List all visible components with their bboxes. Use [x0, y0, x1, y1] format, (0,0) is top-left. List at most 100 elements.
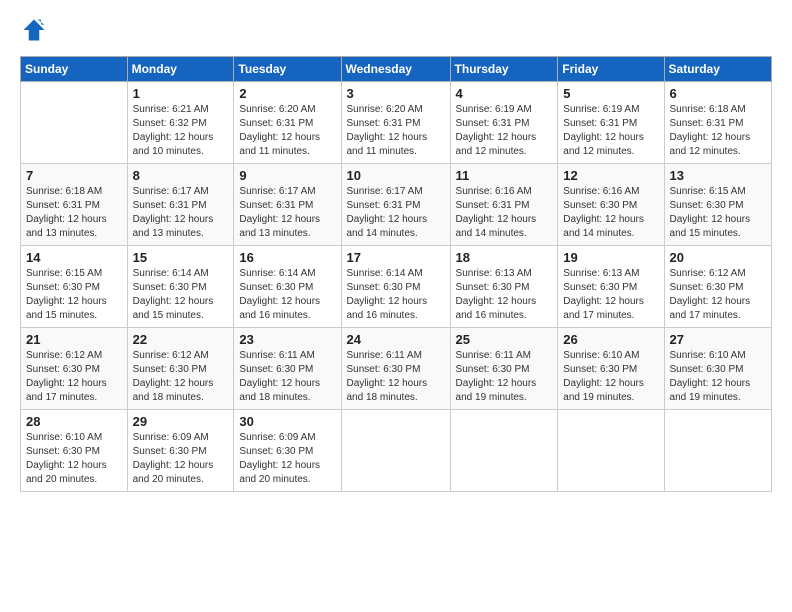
calendar-cell: 19 Sunrise: 6:13 AMSunset: 6:30 PMDayligh…: [558, 246, 664, 328]
cell-day-number: 25: [456, 332, 554, 347]
weekday-row: SundayMondayTuesdayWednesdayThursdayFrid…: [21, 57, 772, 82]
week-row-1: 7Sunrise: 6:18 AMSunset: 6:31 PMDaylight…: [21, 164, 772, 246]
calendar-cell: 4 Sunrise: 6:19 AMSunset: 6:31 PMDaylight…: [450, 82, 558, 164]
weekday-header-wednesday: Wednesday: [341, 57, 450, 82]
calendar-cell: 21 Sunrise: 6:12 AMSunset: 6:30 PMDayligh…: [21, 328, 128, 410]
header: [20, 16, 772, 44]
calendar-cell: 7Sunrise: 6:18 AMSunset: 6:31 PMDaylight…: [21, 164, 128, 246]
calendar-cell: 16 Sunrise: 6:14 AMSunset: 6:30 PMDayligh…: [234, 246, 341, 328]
calendar-cell: 28 Sunrise: 6:10 AMSunset: 6:30 PMDayligh…: [21, 410, 128, 492]
logo-icon: [20, 16, 48, 44]
calendar-cell: 3 Sunrise: 6:20 AMSunset: 6:31 PMDaylight…: [341, 82, 450, 164]
calendar-cell: 8Sunrise: 6:17 AMSunset: 6:31 PMDaylight…: [127, 164, 234, 246]
calendar-cell: 13 Sunrise: 6:15 AMSunset: 6:30 PMDayligh…: [664, 164, 771, 246]
cell-info-text: Sunrise: 6:14 AMSunset: 6:30 PMDaylight:…: [239, 267, 336, 323]
cell-info-text: Sunrise: 6:19 AMSunset: 6:31 PMDaylight:…: [456, 103, 554, 159]
cell-day-number: 12: [563, 168, 659, 183]
calendar-cell: 10Sunrise: 6:17 AMSunset: 6:31 PMDayligh…: [341, 164, 450, 246]
calendar-cell: 26 Sunrise: 6:10 AMSunset: 6:30 PMDayligh…: [558, 328, 664, 410]
cell-info-text: Sunrise: 6:09 AMSunset: 6:30 PMDaylight:…: [239, 431, 336, 487]
calendar-cell: 27Sunrise: 6:10 AMSunset: 6:30 PMDayligh…: [664, 328, 771, 410]
calendar-cell: 11 Sunrise: 6:16 AMSunset: 6:31 PMDayligh…: [450, 164, 558, 246]
cell-day-number: 18: [456, 250, 554, 265]
cell-day-number: 24: [347, 332, 446, 347]
cell-day-number: 3: [347, 86, 446, 101]
calendar-header: SundayMondayTuesdayWednesdayThursdayFrid…: [21, 57, 772, 82]
cell-day-number: 15: [133, 250, 230, 265]
cell-day-number: 17: [347, 250, 446, 265]
week-row-0: 1Sunrise: 6:21 AMSunset: 6:32 PMDaylight…: [21, 82, 772, 164]
cell-day-number: 21: [26, 332, 123, 347]
cell-info-text: Sunrise: 6:15 AMSunset: 6:30 PMDaylight:…: [670, 185, 767, 241]
cell-day-number: 26: [563, 332, 659, 347]
calendar-cell: 9 Sunrise: 6:17 AMSunset: 6:31 PMDaylight…: [234, 164, 341, 246]
weekday-header-tuesday: Tuesday: [234, 57, 341, 82]
cell-day-number: 6: [670, 86, 767, 101]
week-row-4: 28 Sunrise: 6:10 AMSunset: 6:30 PMDayligh…: [21, 410, 772, 492]
calendar-cell: 22 Sunrise: 6:12 AMSunset: 6:30 PMDayligh…: [127, 328, 234, 410]
weekday-header-friday: Friday: [558, 57, 664, 82]
calendar-cell: 6 Sunrise: 6:18 AMSunset: 6:31 PMDaylight…: [664, 82, 771, 164]
calendar-cell: [450, 410, 558, 492]
cell-info-text: Sunrise: 6:11 AMSunset: 6:30 PMDaylight:…: [239, 349, 336, 405]
cell-info-text: Sunrise: 6:15 AMSunset: 6:30 PMDaylight:…: [26, 267, 123, 323]
calendar-cell: [21, 82, 128, 164]
calendar-cell: 14 Sunrise: 6:15 AMSunset: 6:30 PMDayligh…: [21, 246, 128, 328]
calendar-cell: [664, 410, 771, 492]
calendar-cell: [558, 410, 664, 492]
calendar-cell: 30Sunrise: 6:09 AMSunset: 6:30 PMDayligh…: [234, 410, 341, 492]
week-row-2: 14 Sunrise: 6:15 AMSunset: 6:30 PMDayligh…: [21, 246, 772, 328]
cell-info-text: Sunrise: 6:12 AMSunset: 6:30 PMDaylight:…: [133, 349, 230, 405]
cell-info-text: Sunrise: 6:10 AMSunset: 6:30 PMDaylight:…: [26, 431, 123, 487]
calendar-cell: 25Sunrise: 6:11 AMSunset: 6:30 PMDayligh…: [450, 328, 558, 410]
cell-info-text: Sunrise: 6:11 AMSunset: 6:30 PMDaylight:…: [347, 349, 446, 405]
cell-info-text: Sunrise: 6:18 AMSunset: 6:31 PMDaylight:…: [670, 103, 767, 159]
calendar-cell: [341, 410, 450, 492]
weekday-header-sunday: Sunday: [21, 57, 128, 82]
cell-info-text: Sunrise: 6:12 AMSunset: 6:30 PMDaylight:…: [670, 267, 767, 323]
cell-info-text: Sunrise: 6:19 AMSunset: 6:31 PMDaylight:…: [563, 103, 659, 159]
cell-info-text: Sunrise: 6:13 AMSunset: 6:30 PMDaylight:…: [563, 267, 659, 323]
calendar-cell: 12 Sunrise: 6:16 AMSunset: 6:30 PMDayligh…: [558, 164, 664, 246]
cell-info-text: Sunrise: 6:13 AMSunset: 6:30 PMDaylight:…: [456, 267, 554, 323]
cell-day-number: 27: [670, 332, 767, 347]
cell-day-number: 5: [563, 86, 659, 101]
cell-info-text: Sunrise: 6:20 AMSunset: 6:31 PMDaylight:…: [347, 103, 446, 159]
weekday-header-saturday: Saturday: [664, 57, 771, 82]
calendar-cell: 18 Sunrise: 6:13 AMSunset: 6:30 PMDayligh…: [450, 246, 558, 328]
calendar-cell: 1Sunrise: 6:21 AMSunset: 6:32 PMDaylight…: [127, 82, 234, 164]
weekday-header-monday: Monday: [127, 57, 234, 82]
calendar-body: 1Sunrise: 6:21 AMSunset: 6:32 PMDaylight…: [21, 82, 772, 492]
cell-info-text: Sunrise: 6:12 AMSunset: 6:30 PMDaylight:…: [26, 349, 123, 405]
cell-info-text: Sunrise: 6:10 AMSunset: 6:30 PMDaylight:…: [563, 349, 659, 405]
cell-info-text: Sunrise: 6:21 AMSunset: 6:32 PMDaylight:…: [133, 103, 230, 159]
cell-day-number: 11: [456, 168, 554, 183]
week-row-3: 21 Sunrise: 6:12 AMSunset: 6:30 PMDayligh…: [21, 328, 772, 410]
cell-info-text: Sunrise: 6:17 AMSunset: 6:31 PMDaylight:…: [239, 185, 336, 241]
calendar-cell: 17 Sunrise: 6:14 AMSunset: 6:30 PMDayligh…: [341, 246, 450, 328]
cell-day-number: 19: [563, 250, 659, 265]
cell-info-text: Sunrise: 6:20 AMSunset: 6:31 PMDaylight:…: [239, 103, 336, 159]
cell-day-number: 10: [347, 168, 446, 183]
cell-day-number: 13: [670, 168, 767, 183]
calendar-cell: 15 Sunrise: 6:14 AMSunset: 6:30 PMDayligh…: [127, 246, 234, 328]
cell-info-text: Sunrise: 6:16 AMSunset: 6:30 PMDaylight:…: [563, 185, 659, 241]
cell-day-number: 28: [26, 414, 123, 429]
calendar-cell: 20Sunrise: 6:12 AMSunset: 6:30 PMDayligh…: [664, 246, 771, 328]
calendar-cell: 23Sunrise: 6:11 AMSunset: 6:30 PMDayligh…: [234, 328, 341, 410]
cell-day-number: 4: [456, 86, 554, 101]
weekday-header-thursday: Thursday: [450, 57, 558, 82]
cell-day-number: 14: [26, 250, 123, 265]
cell-info-text: Sunrise: 6:18 AMSunset: 6:31 PMDaylight:…: [26, 185, 123, 241]
cell-day-number: 9: [239, 168, 336, 183]
calendar-cell: 29Sunrise: 6:09 AMSunset: 6:30 PMDayligh…: [127, 410, 234, 492]
cell-day-number: 2: [239, 86, 336, 101]
calendar-cell: 5 Sunrise: 6:19 AMSunset: 6:31 PMDaylight…: [558, 82, 664, 164]
cell-info-text: Sunrise: 6:14 AMSunset: 6:30 PMDaylight:…: [347, 267, 446, 323]
cell-info-text: Sunrise: 6:17 AMSunset: 6:31 PMDaylight:…: [133, 185, 230, 241]
cell-info-text: Sunrise: 6:14 AMSunset: 6:30 PMDaylight:…: [133, 267, 230, 323]
calendar-cell: 2 Sunrise: 6:20 AMSunset: 6:31 PMDaylight…: [234, 82, 341, 164]
cell-info-text: Sunrise: 6:16 AMSunset: 6:31 PMDaylight:…: [456, 185, 554, 241]
cell-day-number: 22: [133, 332, 230, 347]
cell-day-number: 16: [239, 250, 336, 265]
